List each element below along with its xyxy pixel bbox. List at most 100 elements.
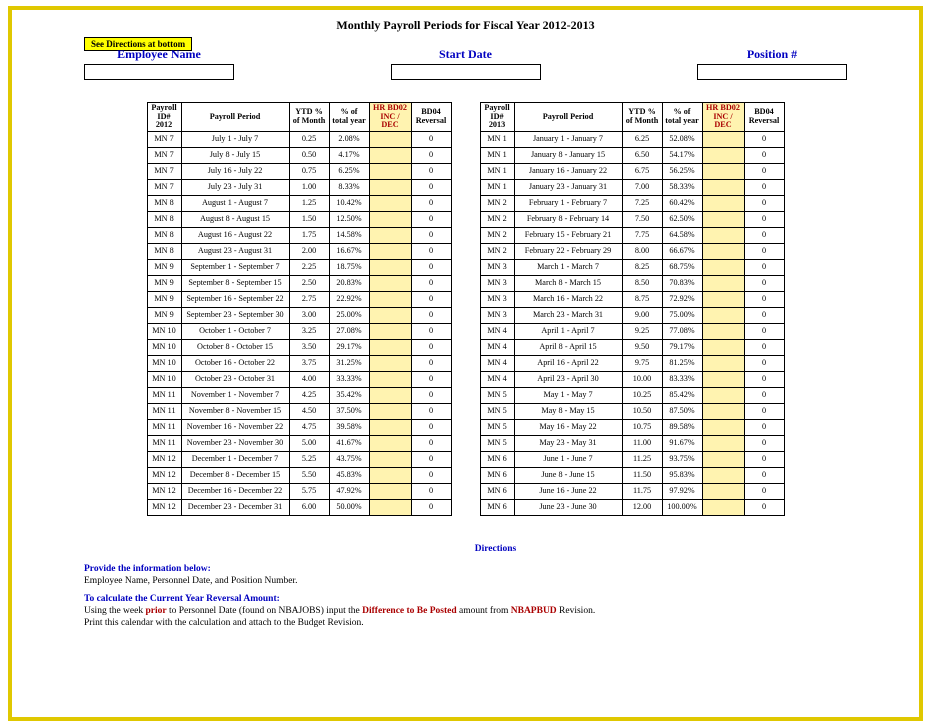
cell-payroll-id: MN 10	[147, 339, 181, 355]
cell-reversal: 0	[411, 179, 451, 195]
cell-reversal: 0	[411, 275, 451, 291]
cell-hr-bd02[interactable]	[702, 243, 744, 259]
cell-hr-bd02[interactable]	[369, 371, 411, 387]
cell-hr-bd02[interactable]	[702, 419, 744, 435]
cell-payroll-period: May 16 - May 22	[514, 419, 622, 435]
cell-hr-bd02[interactable]	[369, 499, 411, 515]
table-header-row: Payroll ID# 2012 Payroll Period YTD % of…	[147, 103, 451, 132]
cell-hr-bd02[interactable]	[702, 275, 744, 291]
cell-hr-bd02[interactable]	[369, 147, 411, 163]
cell-hr-bd02[interactable]	[702, 147, 744, 163]
cell-payroll-id: MN 1	[480, 163, 514, 179]
cell-hr-bd02[interactable]	[369, 211, 411, 227]
cell-ytd: 5.25	[289, 451, 329, 467]
position-input[interactable]	[697, 64, 847, 80]
cell-hr-bd02[interactable]	[369, 355, 411, 371]
table-row: MN 5May 1 - May 710.2585.42%0	[480, 387, 784, 403]
cell-hr-bd02[interactable]	[369, 131, 411, 147]
cell-hr-bd02[interactable]	[369, 435, 411, 451]
cell-hr-bd02[interactable]	[369, 307, 411, 323]
cell-total: 16.67%	[329, 243, 369, 259]
cell-payroll-period: November 1 - November 7	[181, 387, 289, 403]
cell-payroll-period: November 23 - November 30	[181, 435, 289, 451]
cell-payroll-id: MN 1	[480, 147, 514, 163]
cell-hr-bd02[interactable]	[702, 435, 744, 451]
table-header-row: Payroll ID# 2013 Payroll Period YTD % of…	[480, 103, 784, 132]
cell-reversal: 0	[411, 259, 451, 275]
cell-total: 81.25%	[662, 355, 702, 371]
cell-total: 12.50%	[329, 211, 369, 227]
table-row: MN 9September 23 - September 303.0025.00…	[147, 307, 451, 323]
cell-ytd: 8.50	[622, 275, 662, 291]
cell-total: 83.33%	[662, 371, 702, 387]
cell-hr-bd02[interactable]	[702, 403, 744, 419]
cell-reversal: 0	[744, 147, 784, 163]
cell-hr-bd02[interactable]	[369, 483, 411, 499]
cell-reversal: 0	[744, 291, 784, 307]
cell-hr-bd02[interactable]	[369, 275, 411, 291]
cell-hr-bd02[interactable]	[369, 259, 411, 275]
cell-hr-bd02[interactable]	[369, 419, 411, 435]
cell-hr-bd02[interactable]	[702, 291, 744, 307]
cell-ytd: 7.25	[622, 195, 662, 211]
cell-payroll-id: MN 12	[147, 451, 181, 467]
cell-hr-bd02[interactable]	[369, 195, 411, 211]
cell-hr-bd02[interactable]	[369, 387, 411, 403]
start-date-input[interactable]	[391, 64, 541, 80]
cell-hr-bd02[interactable]	[369, 179, 411, 195]
cell-hr-bd02[interactable]	[369, 323, 411, 339]
cell-ytd: 3.50	[289, 339, 329, 355]
cell-payroll-period: February 15 - February 21	[514, 227, 622, 243]
cell-hr-bd02[interactable]	[702, 211, 744, 227]
cell-total: 37.50%	[329, 403, 369, 419]
cell-hr-bd02[interactable]	[702, 307, 744, 323]
cell-payroll-id: MN 9	[147, 307, 181, 323]
cell-payroll-period: March 23 - March 31	[514, 307, 622, 323]
cell-hr-bd02[interactable]	[369, 451, 411, 467]
cell-hr-bd02[interactable]	[702, 483, 744, 499]
cell-hr-bd02[interactable]	[369, 163, 411, 179]
table-row: MN 5May 8 - May 1510.5087.50%0	[480, 403, 784, 419]
cell-reversal: 0	[744, 499, 784, 515]
header-payroll-id: Payroll ID# 2012	[147, 103, 181, 132]
cell-hr-bd02[interactable]	[702, 467, 744, 483]
cell-total: 43.75%	[329, 451, 369, 467]
cell-hr-bd02[interactable]	[702, 195, 744, 211]
cell-hr-bd02[interactable]	[702, 259, 744, 275]
cell-hr-bd02[interactable]	[702, 179, 744, 195]
cell-payroll-id: MN 10	[147, 323, 181, 339]
cell-payroll-id: MN 8	[147, 227, 181, 243]
cell-hr-bd02[interactable]	[702, 451, 744, 467]
cell-hr-bd02[interactable]	[702, 323, 744, 339]
header-total: % of total year	[329, 103, 369, 132]
cell-hr-bd02[interactable]	[702, 355, 744, 371]
cell-hr-bd02[interactable]	[702, 131, 744, 147]
cell-hr-bd02[interactable]	[369, 243, 411, 259]
cell-ytd: 9.00	[622, 307, 662, 323]
cell-payroll-period: September 8 - September 15	[181, 275, 289, 291]
cell-hr-bd02[interactable]	[369, 339, 411, 355]
table-row: MN 11November 23 - November 305.0041.67%…	[147, 435, 451, 451]
cell-payroll-id: MN 11	[147, 419, 181, 435]
cell-hr-bd02[interactable]	[702, 339, 744, 355]
employee-name-input[interactable]	[84, 64, 234, 80]
cell-ytd: 0.75	[289, 163, 329, 179]
cell-payroll-period: October 16 - October 22	[181, 355, 289, 371]
cell-hr-bd02[interactable]	[702, 227, 744, 243]
cell-reversal: 0	[744, 403, 784, 419]
cell-reversal: 0	[744, 467, 784, 483]
cell-hr-bd02[interactable]	[369, 467, 411, 483]
cell-payroll-period: July 8 - July 15	[181, 147, 289, 163]
cell-hr-bd02[interactable]	[369, 291, 411, 307]
cell-payroll-period: May 23 - May 31	[514, 435, 622, 451]
cell-hr-bd02[interactable]	[702, 163, 744, 179]
cell-hr-bd02[interactable]	[702, 387, 744, 403]
cell-reversal: 0	[744, 163, 784, 179]
cell-hr-bd02[interactable]	[369, 227, 411, 243]
cell-reversal: 0	[411, 499, 451, 515]
cell-total: 60.42%	[662, 195, 702, 211]
cell-hr-bd02[interactable]	[702, 499, 744, 515]
cell-hr-bd02[interactable]	[369, 403, 411, 419]
cell-hr-bd02[interactable]	[702, 371, 744, 387]
cell-payroll-period: January 1 - January 7	[514, 131, 622, 147]
